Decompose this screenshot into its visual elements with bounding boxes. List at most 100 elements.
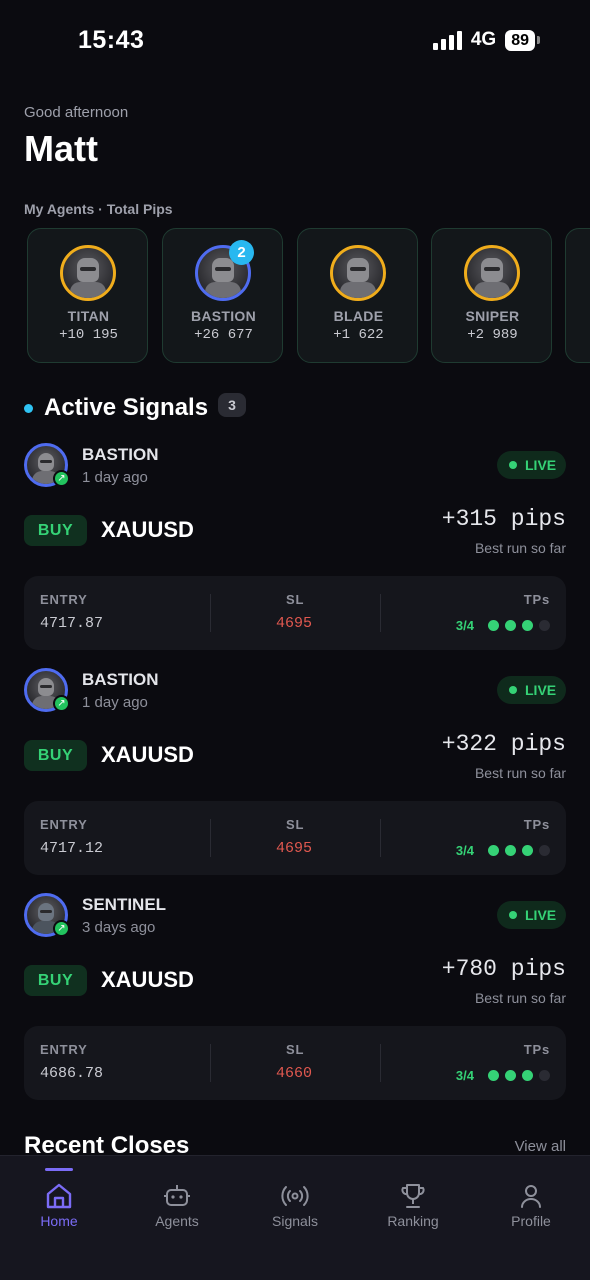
agents-carousel[interactable]: TITAN +10 195 BASTION +26 677 2 BLADE +1… bbox=[27, 228, 590, 364]
agent-pips: +1 622 bbox=[333, 327, 384, 343]
signal-card[interactable]: ↗ SENTINEL 3 days ago LIVE BUY XAUUSD +7… bbox=[0, 890, 590, 1115]
tp-dot-pending bbox=[539, 1070, 550, 1081]
tab-signals[interactable]: Signals bbox=[236, 1156, 354, 1246]
status-bar: 15:43 4G 89 bbox=[0, 0, 590, 80]
tab-bar: Home Agents Signals Ranking Profile bbox=[0, 1155, 590, 1280]
signal-symbol: XAUUSD bbox=[101, 967, 194, 992]
entry-value: 4686.78 bbox=[40, 1065, 104, 1082]
tab-home[interactable]: Home bbox=[0, 1156, 118, 1246]
tp-progress: 3/4 bbox=[455, 618, 474, 633]
agent-card-titan[interactable]: TITAN +10 195 bbox=[27, 228, 148, 363]
tps-label: TPs bbox=[523, 1042, 550, 1057]
sl-label: SL bbox=[286, 1042, 305, 1057]
signal-run-note: Best run so far bbox=[474, 540, 566, 556]
notification-badge: 2 bbox=[229, 240, 254, 265]
signal-symbol: XAUUSD bbox=[101, 517, 194, 542]
entry-label: ENTRY bbox=[40, 592, 88, 607]
tps-label: TPs bbox=[523, 817, 550, 832]
sl-label: SL bbox=[286, 817, 305, 832]
signal-details: ENTRY 4717.87 SL 4695 TPs 3/4 bbox=[24, 576, 566, 650]
signal-card[interactable]: ↗ BASTION 1 day ago LIVE BUY XAUUSD +315… bbox=[0, 440, 590, 665]
signal-time: 3 days ago bbox=[82, 919, 156, 936]
status-time: 15:43 bbox=[78, 26, 145, 54]
broadcast-icon bbox=[281, 1186, 309, 1206]
tp-dots bbox=[488, 1070, 550, 1081]
signal-run-note: Best run so far bbox=[474, 765, 566, 781]
agent-name: SNIPER bbox=[465, 308, 520, 324]
signal-run-note: Best run so far bbox=[474, 990, 566, 1006]
agents-caption: My Agents · Total Pips bbox=[24, 201, 173, 217]
tp-dot-pending bbox=[539, 845, 550, 856]
entry-value: 4717.12 bbox=[40, 840, 104, 857]
trophy-icon bbox=[401, 1184, 425, 1208]
tps-label: TPs bbox=[523, 592, 550, 607]
agent-card-bastion[interactable]: BASTION +26 677 bbox=[162, 228, 283, 363]
tp-dot-hit bbox=[488, 1070, 499, 1081]
signal-agent-name: SENTINEL bbox=[82, 895, 167, 914]
tp-dot-hit bbox=[488, 620, 499, 631]
tab-label: Signals bbox=[272, 1213, 318, 1229]
sl-value: 4695 bbox=[276, 840, 313, 857]
agent-name: TITAN bbox=[67, 308, 110, 324]
sl-value: 4695 bbox=[276, 615, 313, 632]
signals-count-badge: 3 bbox=[218, 393, 246, 417]
tp-dots bbox=[488, 845, 550, 856]
tp-dot-pending bbox=[539, 620, 550, 631]
section-dot bbox=[24, 404, 33, 413]
trend-up-icon: ↗ bbox=[53, 695, 70, 712]
trend-up-icon: ↗ bbox=[53, 470, 70, 487]
signal-card[interactable]: ↗ BASTION 1 day ago LIVE BUY XAUUSD +322… bbox=[0, 665, 590, 890]
tab-label: Agents bbox=[155, 1213, 199, 1229]
user-name: Matt bbox=[24, 128, 98, 169]
agent-card-partial[interactable] bbox=[565, 228, 590, 363]
tab-profile[interactable]: Profile bbox=[472, 1156, 590, 1246]
cellular-signal-icon bbox=[432, 30, 462, 50]
tab-agents[interactable]: Agents bbox=[118, 1156, 236, 1246]
agent-name: BASTION bbox=[190, 308, 257, 324]
tp-dots bbox=[488, 620, 550, 631]
tab-label: Ranking bbox=[387, 1213, 439, 1229]
network-type: 4G bbox=[470, 29, 497, 50]
robot-icon bbox=[164, 1185, 190, 1206]
agent-card-sniper[interactable]: SNIPER +2 989 bbox=[431, 228, 552, 363]
tp-dot-hit bbox=[505, 845, 516, 856]
tp-dot-hit bbox=[522, 845, 533, 856]
signal-pips: +322 pips bbox=[441, 731, 566, 757]
signal-pips: +780 pips bbox=[441, 956, 566, 982]
active-tab-indicator bbox=[45, 1168, 73, 1171]
home-icon bbox=[46, 1183, 72, 1209]
battery-level: 89 bbox=[505, 29, 535, 51]
user-icon bbox=[521, 1185, 541, 1208]
signal-time: 1 day ago bbox=[82, 469, 148, 486]
agent-name: BLADE bbox=[333, 308, 384, 324]
greeting: Good afternoon bbox=[24, 104, 129, 121]
agent-avatar bbox=[60, 245, 116, 301]
tp-progress: 3/4 bbox=[455, 1068, 474, 1083]
tp-dot-hit bbox=[505, 620, 516, 631]
agent-pips: +26 677 bbox=[194, 327, 253, 343]
view-all-link[interactable]: View all bbox=[515, 1138, 566, 1155]
signal-details: ENTRY 4686.78 SL 4660 TPs 3/4 bbox=[24, 1026, 566, 1100]
entry-value: 4717.87 bbox=[40, 615, 104, 632]
tab-ranking[interactable]: Ranking bbox=[354, 1156, 472, 1246]
live-status-badge: LIVE bbox=[497, 901, 566, 929]
signal-pips: +315 pips bbox=[441, 506, 566, 532]
tp-dot-hit bbox=[522, 1070, 533, 1081]
tp-progress: 3/4 bbox=[455, 843, 474, 858]
side-badge: BUY bbox=[24, 515, 87, 546]
tp-dot-hit bbox=[505, 1070, 516, 1081]
sl-label: SL bbox=[286, 592, 305, 607]
live-status-badge: LIVE bbox=[497, 451, 566, 479]
agent-pips: +10 195 bbox=[59, 327, 118, 343]
signal-agent-name: BASTION bbox=[82, 670, 159, 689]
entry-label: ENTRY bbox=[40, 1042, 88, 1057]
signal-time: 1 day ago bbox=[82, 694, 148, 711]
side-badge: BUY bbox=[24, 965, 87, 996]
agent-card-blade[interactable]: BLADE +1 622 bbox=[297, 228, 418, 363]
tab-label: Home bbox=[40, 1213, 78, 1229]
entry-label: ENTRY bbox=[40, 817, 88, 832]
battery-icon: 89 bbox=[505, 29, 540, 51]
tp-dot-hit bbox=[488, 845, 499, 856]
status-indicators: 4G 89 bbox=[432, 29, 540, 51]
signal-agent-name: BASTION bbox=[82, 445, 159, 464]
